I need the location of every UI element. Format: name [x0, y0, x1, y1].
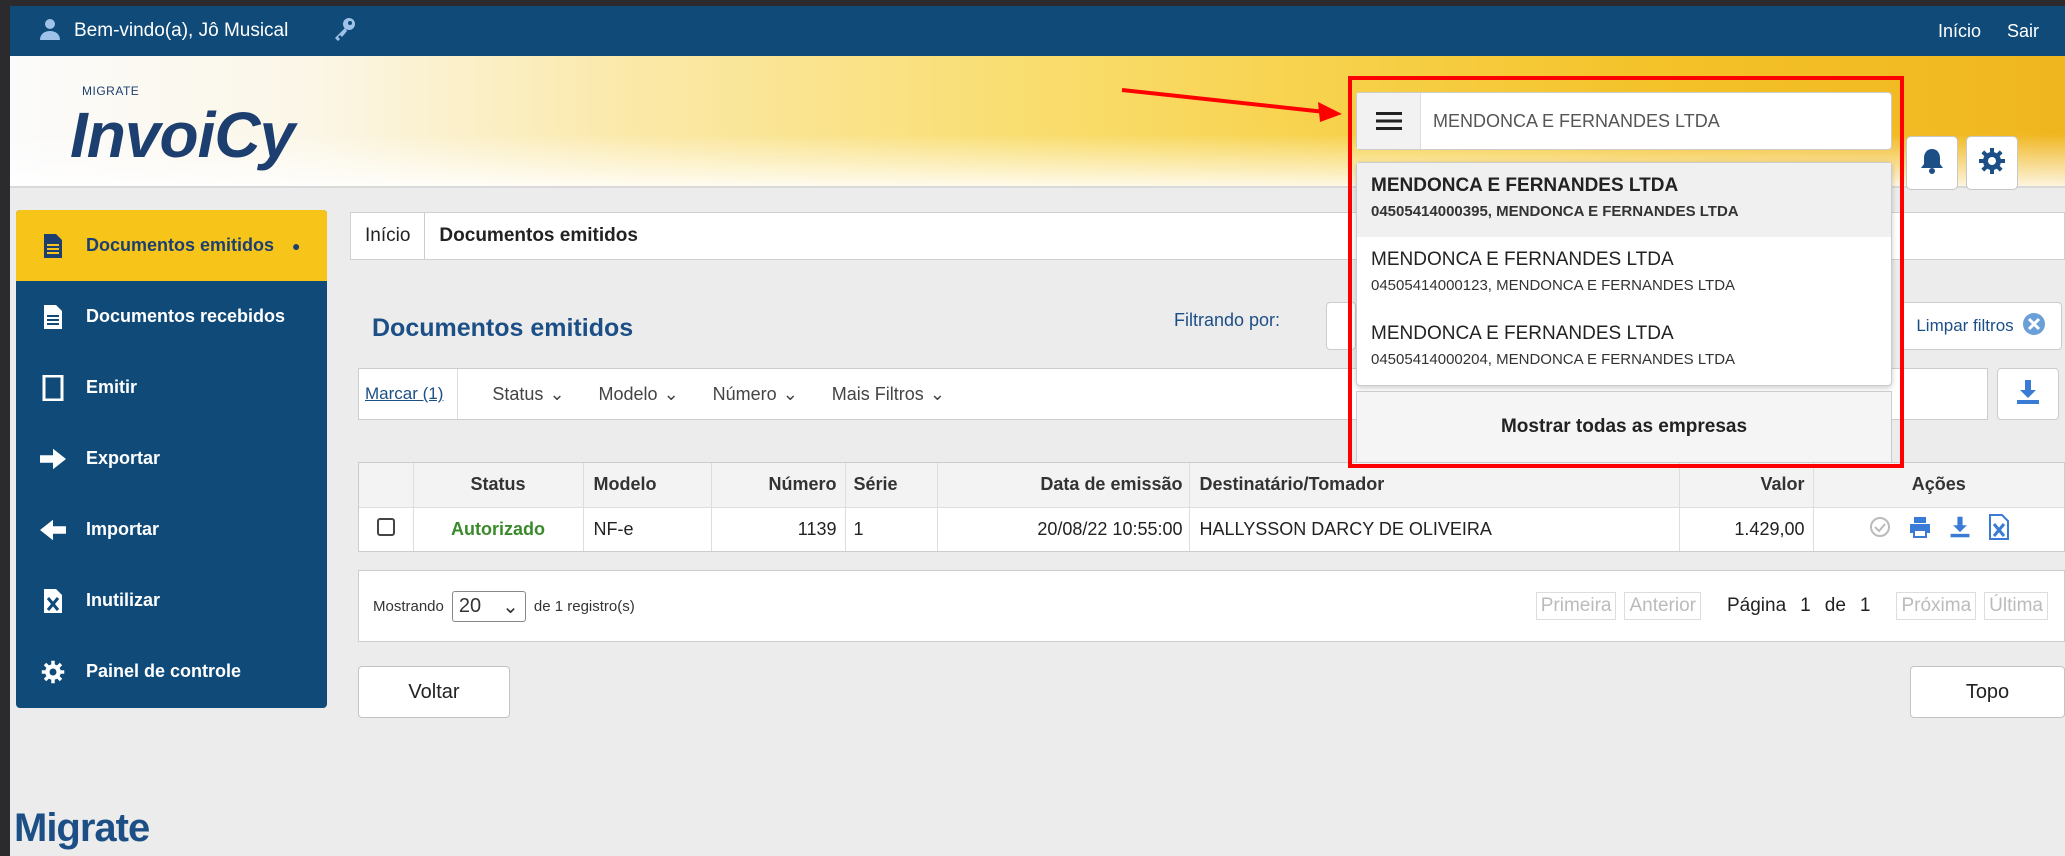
valor-cell: 1.429,00 — [1679, 506, 1814, 551]
active-indicator: ● — [292, 237, 301, 254]
mark-link[interactable]: Marcar (1) — [365, 369, 459, 419]
app-window: Bem-vindo(a), Jô Musical Início Sair MIG… — [10, 6, 2065, 856]
annotation-arrow — [1121, 88, 1342, 122]
sidebar-item-exportar[interactable]: Exportar — [16, 423, 327, 494]
clear-filters-label: Limpar filtros — [1916, 316, 2014, 335]
status-dropdown[interactable]: Status ⌄ — [492, 384, 564, 405]
chevron-down-icon: ⌄ — [663, 383, 679, 404]
last-page-button[interactable]: Última — [1984, 592, 2048, 620]
page-icon — [40, 374, 66, 401]
sidebar-item-label: Documentos recebidos — [86, 306, 286, 326]
status-cell: Autorizado — [413, 506, 584, 551]
download-button[interactable] — [1997, 368, 2059, 420]
pagination-bar: Mostrando 20 ⌄ de 1 registro(s) Primeira … — [358, 570, 2065, 642]
download-icon — [2014, 378, 2042, 411]
table-row[interactable]: Autorizado NF-e 1139 1 20/08/22 10:55:00… — [359, 506, 2065, 551]
showing-label: Mostrando — [373, 597, 444, 615]
document-icon — [40, 304, 66, 330]
row-actions — [1814, 513, 2065, 545]
page-size-select[interactable]: 20 ⌄ — [451, 590, 526, 622]
col-status[interactable]: Status — [413, 463, 584, 507]
row-checkbox[interactable] — [376, 517, 395, 536]
check-circle-icon[interactable] — [1868, 515, 1892, 544]
sidebar-item-documentos-recebidos[interactable]: Documentos recebidos — [16, 281, 327, 352]
col-valor[interactable]: Valor — [1679, 463, 1814, 507]
numero-cell: 1139 — [711, 506, 846, 551]
bell-icon — [1917, 146, 1947, 181]
modelo-dropdown[interactable]: Modelo ⌄ — [599, 384, 679, 405]
col-data[interactable]: Data de emissão — [937, 463, 1190, 507]
col-serie[interactable]: Série — [845, 463, 938, 507]
filter-label: Filtrando por: — [1174, 310, 1281, 330]
close-circle-icon — [2022, 312, 2046, 341]
data-cell: 20/08/22 10:55:00 — [937, 506, 1190, 551]
sidebar: Documentos emitidos ● Documentos recebid… — [16, 210, 327, 708]
records-label: de 1 registro(s) — [533, 597, 635, 615]
clear-filters-button[interactable]: Limpar filtros — [1900, 302, 2062, 350]
gear-icon — [1977, 146, 2007, 181]
table-header-row: Status Modelo Número Série Data de emiss… — [359, 463, 2064, 507]
breadcrumb-current: Documentos emitidos — [439, 225, 638, 246]
back-button[interactable]: Voltar — [358, 666, 510, 718]
sidebar-item-label: Exportar — [86, 448, 161, 468]
user-icon — [38, 16, 62, 46]
key-icon[interactable] — [332, 16, 358, 47]
documents-table: Status Modelo Número Série Data de emiss… — [358, 462, 2065, 552]
mais-filtros-dropdown[interactable]: Mais Filtros ⌄ — [832, 384, 945, 405]
chevron-down-icon: ⌄ — [782, 383, 798, 404]
col-destinatario[interactable]: Destinatário/Tomador — [1189, 463, 1680, 507]
col-acoes: Ações — [1813, 463, 2064, 507]
chevron-down-icon: ⌄ — [502, 595, 519, 618]
arrow-left-icon — [40, 517, 66, 543]
sidebar-item-emitir[interactable]: Emitir — [16, 352, 327, 423]
sidebar-item-painel-de-controle[interactable]: Painel de controle — [16, 636, 327, 707]
prev-page-button[interactable]: Anterior — [1624, 592, 1701, 620]
col-numero[interactable]: Número — [711, 463, 846, 507]
col-modelo[interactable]: Modelo — [583, 463, 712, 507]
top-bar: Bem-vindo(a), Jô Musical Início Sair — [10, 6, 2065, 56]
chevron-down-icon: ⌄ — [929, 383, 945, 404]
sidebar-item-label: Inutilizar — [86, 590, 161, 610]
serie-cell: 1 — [845, 506, 938, 551]
document-icon — [40, 233, 66, 259]
migrate-logo: Migrate — [14, 806, 150, 850]
logout-link[interactable]: Sair — [2007, 21, 2039, 42]
logo-small: MIGRATE — [82, 84, 140, 98]
download-icon[interactable] — [1948, 515, 1972, 544]
home-link[interactable]: Início — [1938, 21, 1981, 42]
next-page-button[interactable]: Próxima — [1896, 592, 1977, 620]
numero-dropdown[interactable]: Número ⌄ — [713, 384, 798, 405]
sidebar-item-documentos-emitidos[interactable]: Documentos emitidos ● — [16, 210, 327, 281]
cancel-doc-icon[interactable] — [1988, 513, 2010, 545]
destinatario-cell: HALLYSSON DARCY DE OLIVEIRA — [1189, 506, 1680, 551]
sidebar-item-label: Documentos emitidos — [86, 235, 275, 255]
sidebar-item-label: Importar — [86, 519, 160, 539]
cancel-doc-icon — [40, 588, 66, 614]
sidebar-item-label: Emitir — [86, 377, 138, 397]
gear-icon — [40, 659, 66, 685]
page-info: Página 1 de 1 — [1727, 595, 1871, 616]
settings-button[interactable] — [1966, 136, 2018, 190]
annotation-highlight-box — [1348, 76, 1904, 468]
welcome-text: Bem-vindo(a), Jô Musical — [74, 20, 289, 41]
sidebar-item-label: Painel de controle — [86, 661, 242, 681]
notifications-button[interactable] — [1906, 136, 1958, 190]
welcome: Bem-vindo(a), Jô Musical — [38, 16, 288, 46]
first-page-button[interactable]: Primeira — [1535, 592, 1617, 620]
breadcrumb-home[interactable]: Início — [351, 213, 426, 259]
print-icon[interactable] — [1908, 515, 1932, 544]
sidebar-item-importar[interactable]: Importar — [16, 494, 327, 565]
sidebar-item-inutilizar[interactable]: Inutilizar — [16, 565, 327, 636]
modelo-cell: NF-e — [583, 506, 712, 551]
arrow-right-icon — [40, 446, 66, 472]
chevron-down-icon: ⌄ — [549, 383, 565, 404]
invoicy-logo[interactable]: InvoiCy — [70, 98, 295, 172]
top-button[interactable]: Topo — [1910, 666, 2065, 718]
page-title: Documentos emitidos — [372, 314, 634, 342]
